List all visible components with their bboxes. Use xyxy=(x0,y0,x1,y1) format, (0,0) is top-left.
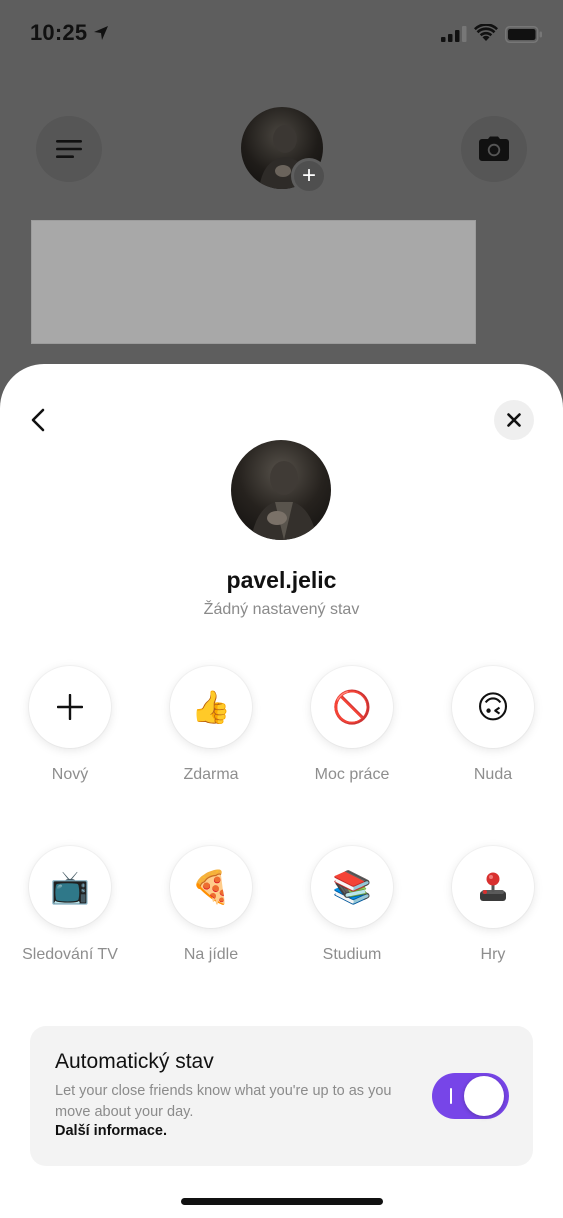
add-status-badge[interactable]: + xyxy=(291,158,327,194)
wifi-icon xyxy=(474,24,498,41)
status-label: Moc práce xyxy=(314,766,390,783)
home-indicator xyxy=(181,1198,383,1205)
thumbs-up-icon: 👍 xyxy=(170,666,252,748)
auto-status-card: Automatický stav Let your close friends … xyxy=(30,1026,533,1166)
status-option-novy[interactable]: Nový xyxy=(0,666,140,796)
back-button[interactable] xyxy=(24,402,52,438)
status-option-zdarma[interactable]: 👍 Zdarma xyxy=(141,666,281,796)
camera-button[interactable] xyxy=(461,116,527,182)
hamburger-menu-icon xyxy=(56,140,82,158)
status-option-moc-prace[interactable]: 🚫 Moc práce xyxy=(282,666,422,796)
upside-down-face-icon: 🙃 xyxy=(452,666,534,748)
status-label: Hry xyxy=(480,946,506,963)
username: pavel.jelic xyxy=(226,567,337,593)
television-icon: 📺 xyxy=(29,846,111,928)
auto-status-title: Automatický stav xyxy=(55,1050,214,1073)
status-label: Studium xyxy=(322,946,382,963)
chevron-left-icon xyxy=(31,408,45,432)
status-option-na-jidle[interactable]: 🍕 Na jídle xyxy=(141,846,281,976)
toggle-knob[interactable] xyxy=(464,1076,504,1116)
status-time: 10:25 xyxy=(30,20,88,45)
status-option-hry[interactable]: Hry xyxy=(423,846,563,976)
status-label: Zdarma xyxy=(183,766,239,783)
status-label: Sledování TV xyxy=(22,946,118,963)
close-icon xyxy=(507,413,521,427)
close-button[interactable] xyxy=(494,400,534,440)
status-option-sledovani-tv[interactable]: 📺 Sledování TV xyxy=(0,846,140,976)
status-label: Nový xyxy=(51,766,89,783)
joystick-icon xyxy=(452,846,534,928)
books-icon: 📚 xyxy=(311,846,393,928)
toggle-on-indicator xyxy=(450,1088,452,1104)
camera-icon xyxy=(479,136,509,161)
learn-more-link[interactable]: Další informace. xyxy=(55,1123,167,1139)
pizza-icon: 🍕 xyxy=(170,846,252,928)
content-placeholder xyxy=(31,220,476,344)
auto-status-description: Let your close friends know what you're … xyxy=(55,1083,392,1120)
user-avatar xyxy=(231,440,331,540)
location-arrow-icon xyxy=(94,26,108,40)
auto-status-toggle[interactable] xyxy=(432,1073,509,1119)
menu-button[interactable] xyxy=(36,116,102,182)
status-option-studium[interactable]: 📚 Studium xyxy=(282,846,422,976)
battery-icon xyxy=(505,26,542,43)
status-bar: 10:25 xyxy=(0,0,563,70)
status-option-nuda[interactable]: 🙃 Nuda xyxy=(423,666,563,796)
cellular-signal-icon xyxy=(441,26,467,42)
prohibited-icon: 🚫 xyxy=(311,666,393,748)
status-subtitle: Žádný nastavený stav xyxy=(203,601,360,618)
status-label: Nuda xyxy=(473,766,513,783)
status-label: Na jídle xyxy=(183,946,239,963)
status-sheet: pavel.jelic Žádný nastavený stav Nový 👍 … xyxy=(0,364,563,1218)
plus-icon xyxy=(29,666,111,748)
